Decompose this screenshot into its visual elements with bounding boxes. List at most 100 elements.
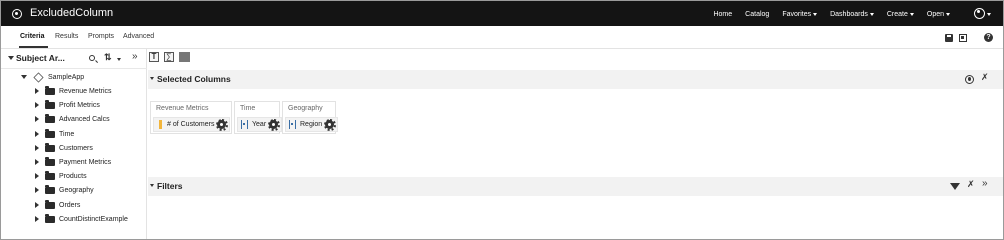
collapsed-icon[interactable] xyxy=(35,187,39,193)
nav-home[interactable]: Home xyxy=(713,9,732,20)
page-title: ExcludedColumn xyxy=(30,7,114,19)
subject-area-title: Subject Ar... xyxy=(16,53,65,63)
collapsed-icon[interactable] xyxy=(35,145,39,151)
expanded-icon[interactable] xyxy=(21,75,27,79)
folder-icon xyxy=(45,156,55,166)
tree-item[interactable]: Customers xyxy=(35,142,93,154)
tree-root-label: SampleApp xyxy=(48,73,85,81)
tree-item-label: Advanced Calcs xyxy=(59,115,110,123)
user-icon xyxy=(974,8,985,19)
collapse-icon[interactable] xyxy=(150,184,154,187)
tree-item-label: CountDistinctExample xyxy=(59,215,128,223)
tab-prompts[interactable]: Prompts xyxy=(88,33,114,40)
collapsed-icon[interactable] xyxy=(35,216,39,222)
folder-icon xyxy=(45,113,55,123)
filters-title: Filters xyxy=(157,181,183,191)
hide-column-icon[interactable] xyxy=(965,75,974,84)
add-filter-icon[interactable] xyxy=(950,183,960,190)
column-label: Region xyxy=(300,121,323,128)
editor-tabs-bar: Criteria Results Prompts Advanced ? xyxy=(1,26,1003,49)
user-menu[interactable] xyxy=(963,8,991,20)
collapsed-icon[interactable] xyxy=(35,116,39,122)
search-icon[interactable] xyxy=(89,55,95,61)
selected-columns-header: Selected Columns xyxy=(148,70,1003,89)
tree-item[interactable]: Time xyxy=(35,128,74,140)
tree-item-label: Time xyxy=(59,130,75,138)
column-chip-region[interactable]: Region xyxy=(285,117,339,132)
nav-create-label: Create xyxy=(886,11,908,18)
tree-item[interactable]: CountDistinctExample xyxy=(35,213,128,225)
app-logo-icon[interactable] xyxy=(12,9,22,19)
attribute-icon xyxy=(289,120,296,129)
nav-create[interactable]: Create xyxy=(887,9,914,20)
sort-icon[interactable]: ⇅ xyxy=(104,52,112,63)
chevron-down-icon xyxy=(987,13,991,16)
chevron-down-icon[interactable] xyxy=(117,58,121,61)
tree-item[interactable]: Profit Metrics xyxy=(35,99,100,111)
column-group-time: Time Year xyxy=(234,101,283,134)
collapsed-icon[interactable] xyxy=(35,131,39,137)
tree-root-sampleapp[interactable]: SampleApp xyxy=(21,71,84,83)
save-as-icon[interactable] xyxy=(959,34,967,42)
save-icon[interactable] xyxy=(945,34,953,42)
collapsed-icon[interactable] xyxy=(35,173,39,179)
column-label: Year xyxy=(252,121,267,128)
collapsed-icon[interactable] xyxy=(35,202,39,208)
column-group-heading: Time xyxy=(240,105,256,112)
folder-icon xyxy=(45,142,55,152)
remove-all-icon[interactable] xyxy=(981,72,990,84)
collapsed-icon[interactable] xyxy=(35,102,39,108)
folder-icon xyxy=(45,99,55,109)
attribute-icon xyxy=(241,120,248,129)
tree-item[interactable]: Revenue Metrics xyxy=(35,85,112,97)
gear-icon[interactable] xyxy=(215,118,228,131)
subject-area-header: Subject Ar... ⇅ » xyxy=(1,49,147,69)
selected-columns-title: Selected Columns xyxy=(157,74,231,84)
tree-item-label: Products xyxy=(59,172,87,180)
folder-icon xyxy=(45,85,55,95)
nav-dashboards[interactable]: Dashboards xyxy=(830,9,874,20)
expand-icon[interactable]: » xyxy=(982,178,991,189)
help-icon[interactable]: ? xyxy=(984,33,993,42)
nav-favorites-label: Favorites xyxy=(782,11,812,18)
tab-results[interactable]: Results xyxy=(55,33,78,40)
expand-panel-icon[interactable]: » xyxy=(132,51,138,62)
column-chip-year[interactable]: Year xyxy=(237,117,283,132)
column-group-heading: Revenue Metrics xyxy=(156,105,209,112)
tab-advanced[interactable]: Advanced xyxy=(123,33,154,40)
gear-icon[interactable] xyxy=(267,118,280,131)
collapsed-icon[interactable] xyxy=(35,159,39,165)
combine-results-icon[interactable] xyxy=(164,52,174,62)
tree-item[interactable]: Advanced Calcs xyxy=(35,113,110,125)
nav-catalog[interactable]: Catalog xyxy=(745,9,769,20)
filters-header: Filters » xyxy=(148,177,1003,196)
tree-item[interactable]: Orders xyxy=(35,199,80,211)
collapsed-icon[interactable] xyxy=(35,88,39,94)
tree-item[interactable]: Products xyxy=(35,170,87,182)
nav-favorites[interactable]: Favorites xyxy=(782,9,818,20)
chevron-down-icon xyxy=(869,13,874,16)
properties-icon[interactable] xyxy=(179,52,190,62)
folder-icon xyxy=(45,170,55,180)
edit-column-formula-icon[interactable] xyxy=(149,52,159,62)
tree-item[interactable]: Geography xyxy=(35,184,94,196)
tree-item-label: Payment Metrics xyxy=(59,158,112,166)
remove-filters-icon[interactable] xyxy=(967,179,976,191)
tree-item-label: Orders xyxy=(59,201,81,209)
nav-catalog-label: Catalog xyxy=(745,11,770,18)
nav-open-label: Open xyxy=(926,11,944,18)
active-tab-indicator xyxy=(19,46,48,48)
column-group-revenue-metrics: Revenue Metrics # of Customers xyxy=(150,101,232,134)
folder-icon xyxy=(45,213,55,223)
subject-area-icon xyxy=(33,71,44,83)
nav-open[interactable]: Open xyxy=(927,9,950,20)
measure-icon xyxy=(159,120,162,129)
top-bar: ExcludedColumn Home Catalog Favorites Da… xyxy=(1,1,1003,26)
collapse-icon[interactable] xyxy=(8,56,14,60)
gear-icon[interactable] xyxy=(323,118,336,131)
column-chip-customers[interactable]: # of Customers xyxy=(153,117,231,132)
collapse-icon[interactable] xyxy=(150,77,154,80)
tree-item[interactable]: Payment Metrics xyxy=(35,156,111,168)
tab-criteria[interactable]: Criteria xyxy=(20,33,45,40)
tree-item-label: Profit Metrics xyxy=(59,101,100,109)
